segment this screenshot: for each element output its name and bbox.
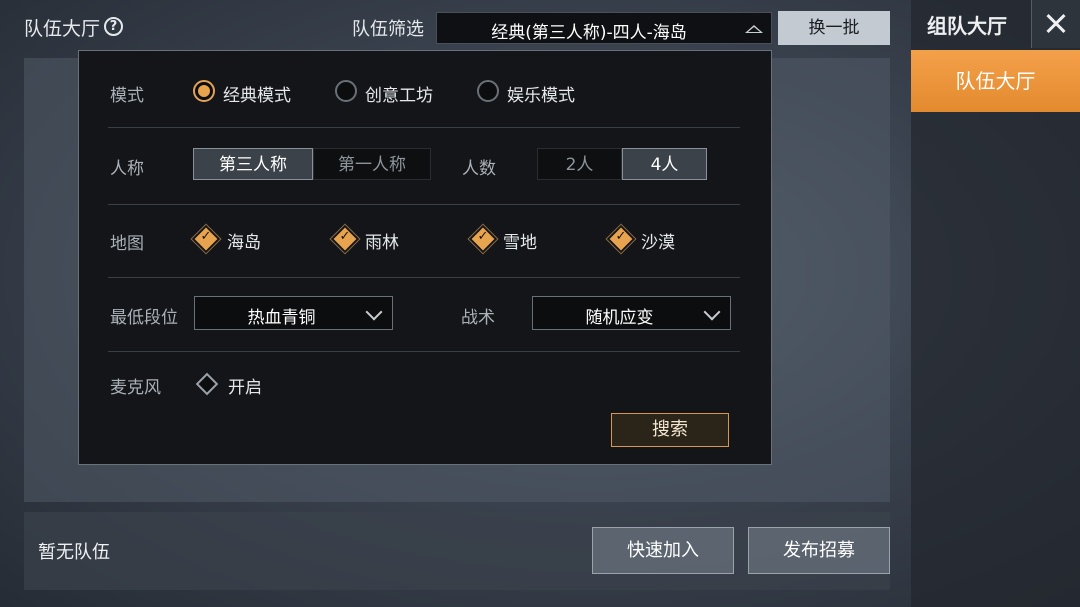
divider (108, 204, 740, 205)
check-icon: ✓ (615, 229, 627, 244)
post-recruit-button[interactable]: 发布招募 (748, 527, 890, 574)
check-icon: ✓ (200, 229, 212, 244)
mode-option-classic[interactable]: 经典模式 (223, 81, 291, 106)
team-filter-select[interactable]: 经典(第三人称)-四人-海岛 (436, 12, 772, 44)
min-rank-dropdown[interactable]: 热血青铜 (194, 296, 393, 330)
close-icon[interactable] (1031, 0, 1080, 48)
microphone-option-on[interactable]: 开启 (228, 373, 262, 398)
mode-label: 模式 (110, 86, 144, 106)
perspective-label: 人称 (110, 159, 144, 179)
team-size-2[interactable]: 2人 (537, 148, 622, 180)
min-rank-label: 最低段位 (110, 308, 178, 328)
sidebar-title: 组队大厅 (927, 14, 1007, 38)
map-option-snow[interactable]: 雪地 (503, 228, 537, 253)
chevron-down-icon (365, 303, 383, 321)
page-title: 队伍大厅 (24, 18, 101, 40)
map-option-desert[interactable]: 沙漠 (641, 228, 675, 253)
tactics-dropdown[interactable]: 随机应变 (532, 296, 731, 330)
perspective-first-person[interactable]: 第一人称 (313, 148, 431, 180)
check-icon: ✓ (477, 229, 489, 244)
mode-option-entertainment[interactable]: 娱乐模式 (507, 81, 575, 106)
divider (108, 351, 740, 352)
min-rank-value: 热血青铜 (247, 308, 316, 328)
mode-radio-workshop[interactable] (335, 80, 357, 102)
chevron-down-icon (703, 303, 721, 321)
sidebar-item-team-lobby[interactable]: 队伍大厅 (911, 50, 1080, 112)
team-size-label: 人数 (462, 159, 496, 179)
mode-radio-entertainment[interactable] (477, 80, 499, 102)
mode-radio-classic[interactable] (193, 80, 215, 102)
quick-join-button[interactable]: 快速加入 (592, 527, 734, 574)
microphone-label: 麦克风 (110, 378, 161, 398)
tactics-label: 战术 (461, 308, 495, 328)
map-option-island[interactable]: 海岛 (227, 228, 261, 253)
chevron-up-icon (745, 25, 763, 33)
empty-team-text: 暂无队伍 (38, 542, 110, 563)
question-circle-icon[interactable]: ? (104, 17, 123, 36)
filter-panel (78, 50, 772, 465)
check-icon: ✓ (339, 229, 351, 244)
refresh-batch-button[interactable]: 换一批 (778, 11, 890, 45)
team-filter-value: 经典(第三人称)-四人-海岛 (491, 23, 687, 43)
tactics-value: 随机应变 (585, 308, 654, 328)
divider (108, 277, 740, 278)
divider (108, 127, 740, 128)
search-button[interactable]: 搜索 (611, 413, 729, 447)
map-option-rainforest[interactable]: 雨林 (365, 228, 399, 253)
team-filter-label: 队伍筛选 (352, 19, 424, 40)
team-size-4[interactable]: 4人 (622, 148, 707, 180)
mode-option-workshop[interactable]: 创意工坊 (365, 81, 433, 106)
map-label: 地图 (110, 234, 144, 254)
perspective-third-person[interactable]: 第三人称 (193, 148, 313, 180)
